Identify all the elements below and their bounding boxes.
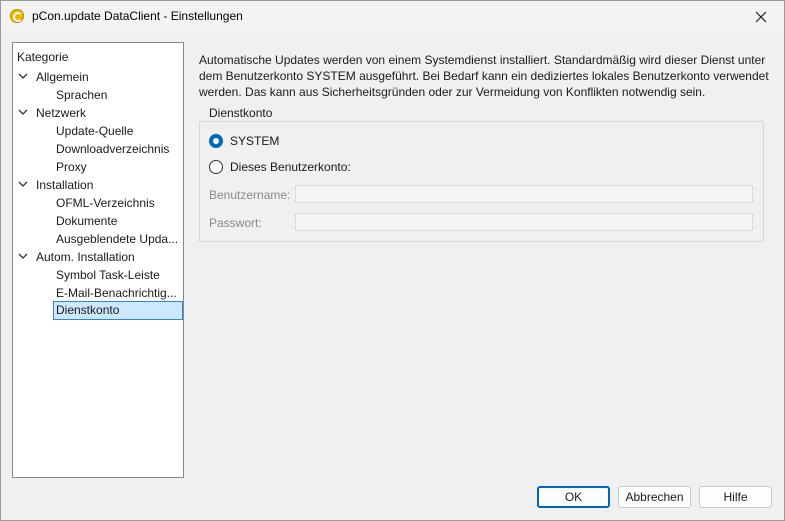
tree-item-sprachen[interactable]: Sprachen <box>56 86 107 104</box>
description-line: dem Benutzerkonto SYSTEM ausgeführt. Bei… <box>199 69 769 83</box>
radio-system-label: SYSTEM <box>230 134 280 148</box>
tree-item-symbol-task-leiste[interactable]: Symbol Task-Leiste <box>56 266 160 284</box>
tree-item-downloadverzeichnis[interactable]: Downloadverzeichnis <box>56 140 169 158</box>
chevron-down-icon[interactable] <box>18 248 28 266</box>
close-icon <box>755 11 767 22</box>
ok-button[interactable]: OK <box>537 486 610 508</box>
tree-item-dokumente[interactable]: Dokumente <box>56 212 117 230</box>
chevron-down-icon[interactable] <box>18 104 28 122</box>
radio-unchecked-icon[interactable] <box>209 160 223 174</box>
tree-group-allgemein[interactable]: Allgemein <box>36 68 89 86</box>
radio-checked-icon[interactable] <box>209 134 223 148</box>
chevron-down-icon[interactable] <box>18 68 28 86</box>
title-bar: pCon.update DataClient - Einstellungen <box>1 1 784 32</box>
tree-item-ofml-verzeichnis[interactable]: OFML-Verzeichnis <box>56 194 155 212</box>
app-logo-icon <box>10 9 24 23</box>
tree-item-update-quelle[interactable]: Update-Quelle <box>56 122 133 140</box>
cancel-button[interactable]: Abbrechen <box>618 486 691 508</box>
help-button[interactable]: Hilfe <box>699 486 772 508</box>
content-panel: Automatische Updates werden von einem Sy… <box>199 52 769 100</box>
description-text: Automatische Updates werden von einem Sy… <box>199 52 769 100</box>
description-line: Automatische Updates werden von einem Sy… <box>199 53 766 67</box>
radio-user-label: Dieses Benutzerkonto: <box>230 160 351 174</box>
tree-item-ausgeblendete-updates[interactable]: Ausgeblendete Upda... <box>56 230 178 248</box>
password-label: Passwort: <box>209 216 262 230</box>
username-label: Benutzername: <box>209 188 291 202</box>
tree-group-autom-installation[interactable]: Autom. Installation <box>36 248 135 266</box>
tree-group-installation[interactable]: Installation <box>36 176 93 194</box>
group-title: Dienstkonto <box>207 106 275 120</box>
tree-heading: Kategorie <box>17 50 69 64</box>
tree-item-dienstkonto[interactable]: Dienstkonto <box>53 301 183 320</box>
username-field[interactable] <box>295 185 753 203</box>
chevron-down-icon[interactable] <box>18 176 28 194</box>
tree-item-email-benachrichtigung[interactable]: E-Mail-Benachrichtig... <box>56 284 177 302</box>
close-button[interactable] <box>738 1 784 32</box>
password-field[interactable] <box>295 213 753 231</box>
radio-system[interactable]: SYSTEM <box>209 132 279 150</box>
tree-item-proxy[interactable]: Proxy <box>56 158 87 176</box>
tree-group-netzwerk[interactable]: Netzwerk <box>36 104 86 122</box>
window-title: pCon.update DataClient - Einstellungen <box>32 9 243 23</box>
radio-user-account[interactable]: Dieses Benutzerkonto: <box>209 158 351 176</box>
category-tree[interactable]: Kategorie Allgemein Sprachen Netzwerk Up… <box>12 42 184 478</box>
description-line: werden. Das kann aus Sicherheitsgründen … <box>199 85 706 99</box>
